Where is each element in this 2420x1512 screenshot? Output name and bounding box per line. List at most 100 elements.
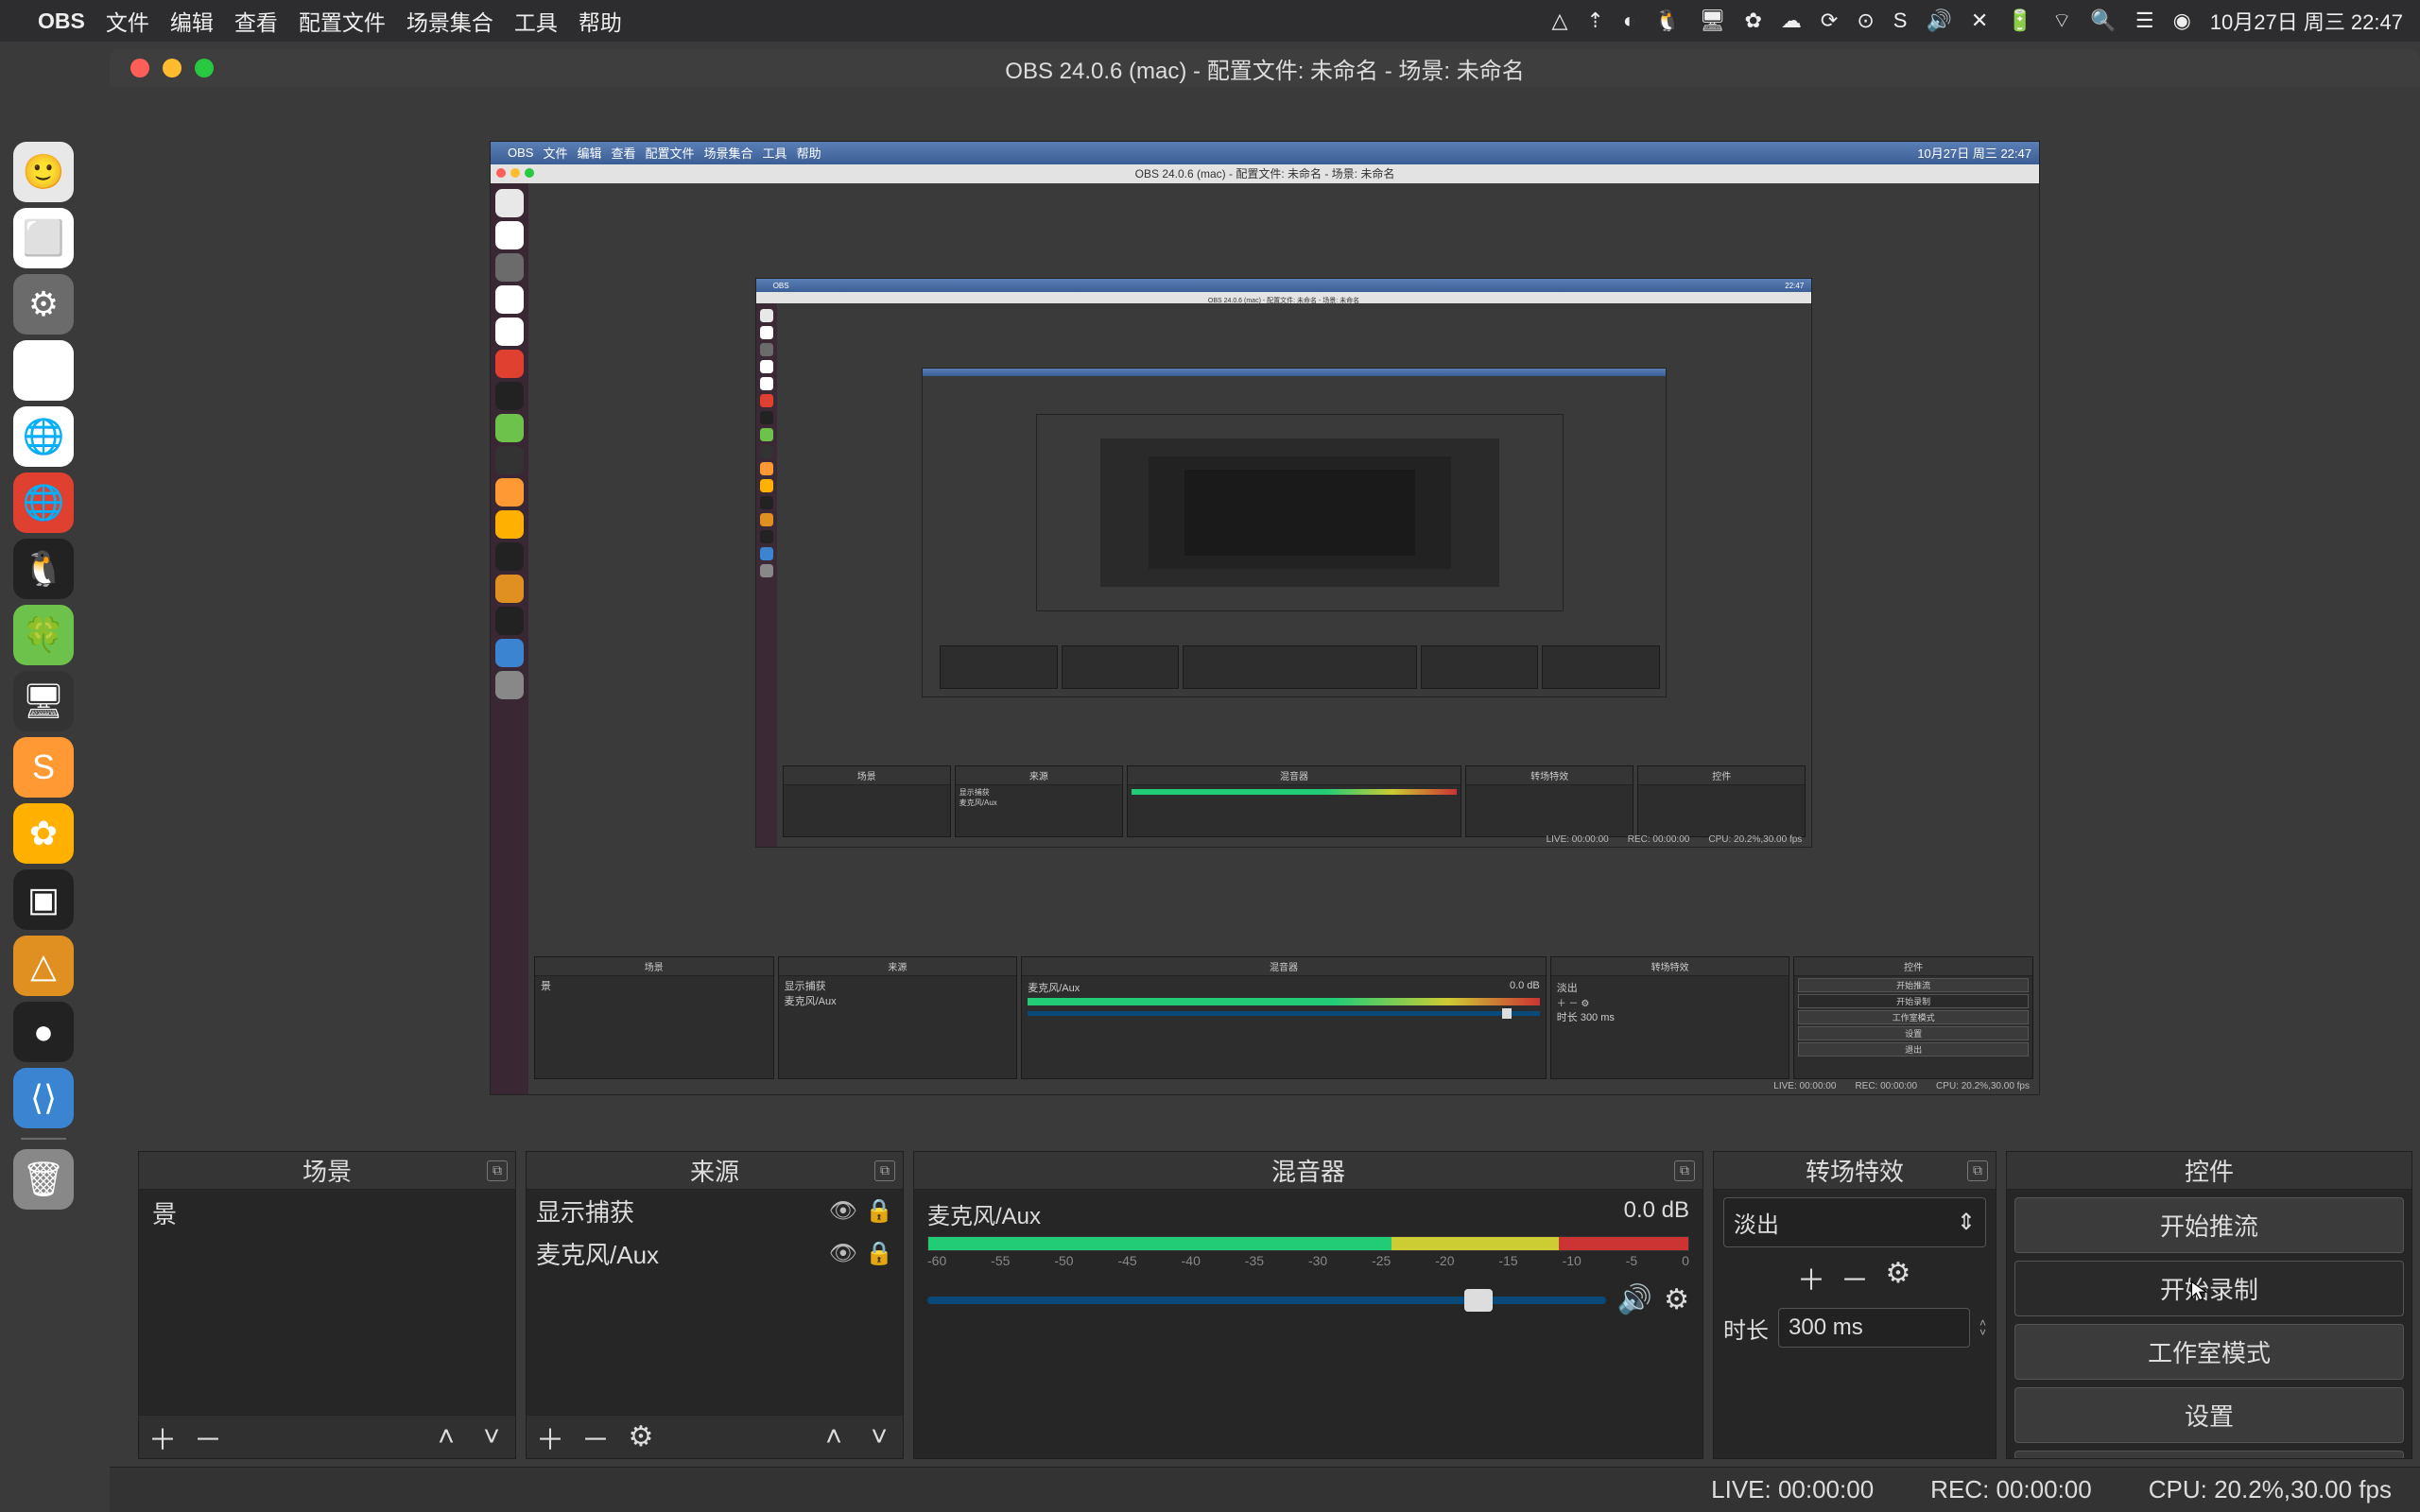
siri-icon[interactable]: ◉ bbox=[2173, 9, 2191, 33]
speaker-icon[interactable]: 🔊 bbox=[1617, 1283, 1652, 1316]
obs-window: OBS 24.0.6 (mac) - 配置文件: 未命名 - 场景: 未命名 O… bbox=[110, 49, 2420, 1512]
spotlight-icon[interactable]: 🔍 bbox=[2090, 9, 2116, 33]
source-remove-button[interactable]: － bbox=[581, 1417, 610, 1458]
dock-app-2[interactable]: ⚙︎ bbox=[13, 274, 74, 335]
status-bar: LIVE: 00:00:00 REC: 00:00:00 CPU: 20.2%,… bbox=[110, 1467, 2420, 1512]
input-icon[interactable]: S bbox=[1893, 9, 1908, 33]
volume-slider-thumb[interactable] bbox=[1464, 1289, 1493, 1312]
transition-remove-button[interactable]: － bbox=[1841, 1257, 1869, 1298]
wifi-icon[interactable]: ⌔ bbox=[2052, 8, 2072, 34]
scene-add-button[interactable]: ＋ bbox=[148, 1417, 177, 1458]
mixer-channel-name: 麦克风/Aux bbox=[927, 1197, 1041, 1230]
dock-app-1[interactable]: ⬜ bbox=[13, 208, 74, 268]
transitions-header: 转场特效 ⧉ bbox=[1714, 1152, 1996, 1190]
source-item-display-capture[interactable]: 显示捕获 👁 🔒 bbox=[527, 1190, 903, 1232]
vlc-icon[interactable]: △ bbox=[1551, 9, 1567, 33]
mixer-panel: 混音器 ⧉ 麦克风/Aux 0.0 dB -60-55-50-45-40-35-… bbox=[913, 1151, 1703, 1459]
transitions-popout-icon[interactable]: ⧉ bbox=[1967, 1160, 1988, 1181]
scene-remove-button[interactable]: － bbox=[194, 1417, 222, 1458]
scene-up-button[interactable]: ˄ bbox=[432, 1421, 460, 1453]
window-minimize-button[interactable] bbox=[163, 59, 182, 77]
sync-icon[interactable]: ⟳ bbox=[1821, 9, 1838, 33]
source-down-button[interactable]: ˅ bbox=[865, 1421, 893, 1453]
chevron-updown-icon: ⇕ bbox=[1957, 1209, 1976, 1236]
penguin-icon[interactable]: 🐧 bbox=[1654, 9, 1680, 33]
display-icon[interactable]: 🖥 bbox=[1700, 9, 1726, 33]
scene-down-button[interactable]: ˅ bbox=[477, 1421, 506, 1453]
source-settings-button[interactable]: ⚙ bbox=[627, 1420, 655, 1453]
upload-icon[interactable]: ⇡ bbox=[1586, 9, 1603, 33]
scenes-popout-icon[interactable]: ⧉ bbox=[487, 1160, 508, 1181]
scenes-header: 场景 ⧉ bbox=[139, 1152, 515, 1190]
lock-icon[interactable]: 🔒 bbox=[865, 1240, 893, 1267]
scenes-panel: 场景 ⧉ 景 ＋ － ˄ ˅ bbox=[138, 1151, 516, 1459]
sources-header: 来源 ⧉ bbox=[527, 1152, 903, 1190]
mixer-popout-icon[interactable]: ⧉ bbox=[1674, 1160, 1695, 1181]
menu-profile[interactable]: 配置文件 bbox=[299, 5, 386, 37]
dock-app-9[interactable]: S bbox=[13, 737, 74, 798]
menu-scene-collection[interactable]: 场景集合 bbox=[406, 5, 493, 37]
volume-slider[interactable] bbox=[927, 1297, 1606, 1304]
window-titlebar[interactable]: OBS 24.0.6 (mac) - 配置文件: 未命名 - 场景: 未命名 bbox=[110, 49, 2420, 87]
controls-panel: 控件 开始推流 开始录制 工作室模式 设置 退出 bbox=[2006, 1151, 2412, 1459]
studio-mode-button[interactable]: 工作室模式 bbox=[2014, 1324, 2404, 1380]
dock-app-8[interactable]: 🖥 bbox=[13, 671, 74, 731]
dock-app-12[interactable]: △ bbox=[13, 936, 74, 996]
status-cpu: CPU: 20.2%,30.00 fps bbox=[2149, 1475, 2392, 1504]
scene-item[interactable]: 景 bbox=[139, 1190, 515, 1236]
window-close-button[interactable] bbox=[130, 59, 149, 77]
meter-ticks: -60-55-50-45-40-35-30-25-20-15-10-50 bbox=[927, 1251, 1689, 1270]
control-center-icon[interactable]: ☰ bbox=[2135, 9, 2154, 33]
start-streaming-button[interactable]: 开始推流 bbox=[2014, 1197, 2404, 1253]
menu-file[interactable]: 文件 bbox=[106, 5, 149, 37]
battery-icon[interactable]: 🔋 bbox=[2007, 9, 2032, 33]
sources-popout-icon[interactable]: ⧉ bbox=[874, 1160, 895, 1181]
dock-app-3[interactable]: T bbox=[13, 340, 74, 401]
scenes-list[interactable]: 景 bbox=[139, 1190, 515, 1415]
source-add-button[interactable]: ＋ bbox=[536, 1417, 564, 1458]
menu-view[interactable]: 查看 bbox=[234, 5, 278, 37]
visibility-icon[interactable]: 👁 bbox=[829, 1240, 857, 1267]
play-circle-icon[interactable]: ⊙ bbox=[1857, 9, 1874, 33]
duration-step-down[interactable]: ˅ bbox=[1979, 1328, 1986, 1337]
cloud-icon[interactable]: ☁︎ bbox=[1781, 9, 1802, 33]
menu-help[interactable]: 帮助 bbox=[579, 5, 622, 37]
dock-app-15[interactable]: 🗑 bbox=[13, 1149, 74, 1210]
dock-app-13[interactable]: ● bbox=[13, 1002, 74, 1062]
dock-app-7[interactable]: 🍀 bbox=[13, 605, 74, 665]
display-capture-preview[interactable]: OBS文件编辑查看配置文件场景集合工具帮助10月27日 周三 22:47 OBS… bbox=[490, 141, 2040, 1095]
duration-input[interactable]: 300 ms bbox=[1778, 1308, 1970, 1348]
dock-app-0[interactable]: 🙂 bbox=[13, 142, 74, 202]
settings-button[interactable]: 设置 bbox=[2014, 1387, 2404, 1443]
source-up-button[interactable]: ˄ bbox=[820, 1421, 848, 1453]
menu-edit[interactable]: 编辑 bbox=[170, 5, 214, 37]
dock-app-11[interactable]: ▣ bbox=[13, 869, 74, 930]
source-item-mic-aux[interactable]: 麦克风/Aux 👁 🔒 bbox=[527, 1232, 903, 1275]
exit-button[interactable]: 退出 bbox=[2014, 1451, 2404, 1458]
lock-icon[interactable]: 🔒 bbox=[865, 1197, 893, 1225]
visibility-icon[interactable]: 👁 bbox=[829, 1197, 857, 1225]
menubar-clock[interactable]: 10月27日 周三 22:47 bbox=[2210, 6, 2403, 36]
transition-settings-button[interactable]: ⚙ bbox=[1884, 1257, 1912, 1298]
dock-app-10[interactable]: ✿ bbox=[13, 803, 74, 864]
transition-select[interactable]: 淡出 ⇕ bbox=[1723, 1197, 1986, 1247]
menubar-app-name[interactable]: OBS bbox=[38, 9, 85, 34]
menu-tools[interactable]: 工具 bbox=[514, 5, 558, 37]
window-maximize-button[interactable] bbox=[195, 59, 214, 77]
duration-label: 时长 bbox=[1723, 1312, 1769, 1345]
bluetooth-icon[interactable]: ✕ bbox=[1971, 9, 1988, 33]
sources-panel: 来源 ⧉ 显示捕获 👁 🔒 麦克风/Aux 👁 🔒 bbox=[526, 1151, 904, 1459]
transition-add-button[interactable]: ＋ bbox=[1797, 1257, 1825, 1298]
flower-icon[interactable]: ✿ bbox=[1744, 9, 1761, 33]
sources-list[interactable]: 显示捕获 👁 🔒 麦克风/Aux 👁 🔒 bbox=[527, 1190, 903, 1415]
window-title: OBS 24.0.6 (mac) - 配置文件: 未命名 - 场景: 未命名 bbox=[110, 52, 2420, 85]
dock-app-5[interactable]: 🌐 bbox=[13, 472, 74, 533]
contrast-icon[interactable]: ◐ bbox=[1623, 9, 1635, 33]
dock-app-14[interactable]: ⟨⟩ bbox=[13, 1068, 74, 1128]
dock-app-6[interactable]: 🐧 bbox=[13, 539, 74, 599]
volume-icon[interactable]: 🔊 bbox=[1926, 9, 1951, 33]
preview-area[interactable]: OBS文件编辑查看配置文件场景集合工具帮助10月27日 周三 22:47 OBS… bbox=[110, 87, 2420, 1148]
start-recording-button[interactable]: 开始录制 bbox=[2014, 1261, 2404, 1316]
dock-app-4[interactable]: 🌐 bbox=[13, 406, 74, 467]
channel-settings-icon[interactable]: ⚙ bbox=[1664, 1283, 1689, 1316]
